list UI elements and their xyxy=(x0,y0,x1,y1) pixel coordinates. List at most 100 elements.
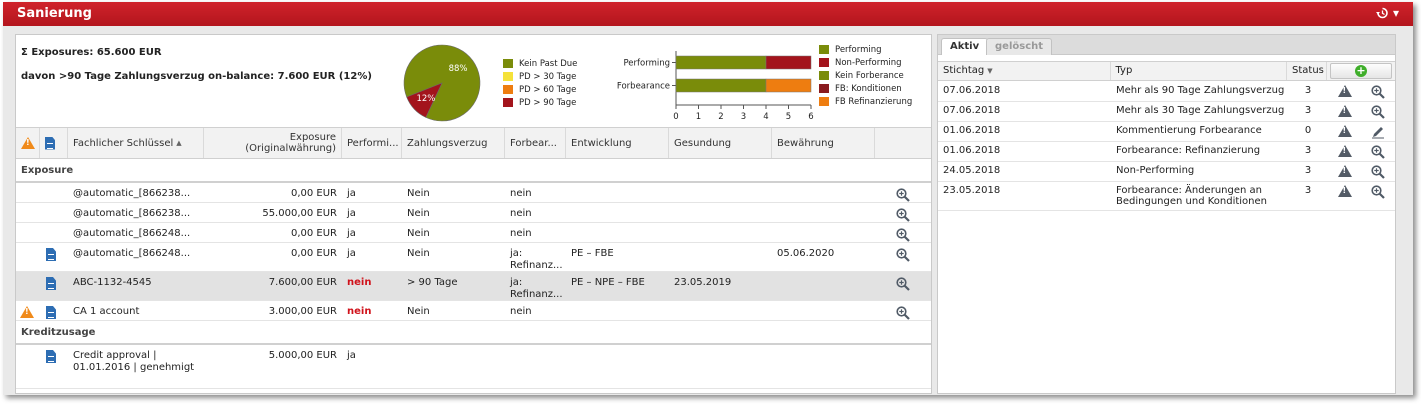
event-row[interactable]: 01.06.2018 Forbearance: Refinanzierung 3 xyxy=(938,142,1395,162)
history-menu-button[interactable]: ▾ xyxy=(1375,6,1399,20)
event-row[interactable]: 01.06.2018 Kommentierung Forbearance 0 xyxy=(938,122,1395,142)
document-icon[interactable] xyxy=(46,248,56,261)
event-warning[interactable] xyxy=(1328,122,1361,141)
legend-label: PD > 90 Tage xyxy=(519,97,577,108)
header-warning-col[interactable] xyxy=(16,128,40,158)
performing-cell: nein xyxy=(347,306,372,317)
event-type: Mehr als 30 Tage Zahlungsverzug xyxy=(1116,105,1285,116)
event-zoom-button[interactable] xyxy=(1361,142,1395,161)
details-button[interactable] xyxy=(875,223,931,242)
gesundung-cell xyxy=(669,301,772,320)
event-warning[interactable] xyxy=(1328,142,1361,161)
document-icon[interactable] xyxy=(46,306,56,319)
header-exposure[interactable]: Exposure (Originalwährung) xyxy=(204,128,342,158)
event-warning[interactable] xyxy=(1328,182,1361,210)
event-date: 01.06.2018 xyxy=(943,125,1001,136)
table-row[interactable]: ABC-1132-4545 7.600,00 EUR nein > 90 Tag… xyxy=(16,272,931,301)
event-row[interactable]: 07.06.2018 Mehr als 90 Tage Zahlungsverz… xyxy=(938,82,1395,102)
event-warning[interactable] xyxy=(1328,82,1361,101)
tab-bar: Aktiv gelöscht xyxy=(938,35,1395,55)
header-entwicklung[interactable]: Entwicklung xyxy=(566,128,669,158)
document-cell xyxy=(40,183,68,202)
key-cell: @automatic_[866248... xyxy=(73,228,191,239)
exposure-cell: 3.000,00 EUR xyxy=(268,306,337,317)
forbearance-cell: nein xyxy=(510,306,532,317)
event-edit-button[interactable] xyxy=(1361,122,1395,141)
warning-icon xyxy=(1337,145,1352,157)
add-event-button[interactable]: + xyxy=(1330,63,1392,79)
past-due-pie-chart: 88% 12% xyxy=(403,44,481,122)
details-button[interactable] xyxy=(875,301,931,320)
event-warning[interactable] xyxy=(1328,162,1361,181)
details-button[interactable] xyxy=(875,243,931,271)
document-cell xyxy=(40,203,68,222)
table-row[interactable]: @automatic_[866238... 0,00 EUR ja Nein n… xyxy=(16,183,931,203)
events-body: 07.06.2018 Mehr als 90 Tage Zahlungsverz… xyxy=(938,82,1395,211)
event-zoom-button[interactable] xyxy=(1361,182,1395,210)
group-header[interactable]: Kreditzusage xyxy=(16,321,931,345)
tab-aktiv[interactable]: Aktiv xyxy=(941,38,989,55)
performing-cell: nein xyxy=(347,277,372,288)
event-zoom-button[interactable] xyxy=(1361,162,1395,181)
details-button[interactable] xyxy=(875,272,931,300)
warning-cell xyxy=(16,345,40,388)
header-forbearance[interactable]: Forbear... xyxy=(505,128,566,158)
header-status[interactable]: Status xyxy=(1287,62,1327,80)
key-cell: CA 1 account xyxy=(73,306,140,317)
zahlungsverzug-cell: Nein xyxy=(407,306,430,317)
exposure-grid: Fachlicher Schlüssel▲ Exposure (Original… xyxy=(16,127,931,389)
table-row[interactable]: Credit approval | 01.01.2016 | genehmigt… xyxy=(16,345,931,389)
event-zoom-button[interactable] xyxy=(1361,82,1395,101)
x-tick-label: 3 xyxy=(741,112,746,122)
bewaehrung-cell xyxy=(772,301,875,320)
header-zahlungsverzug[interactable]: Zahlungsverzug xyxy=(402,128,505,158)
legend-label: Kein Past Due xyxy=(519,58,578,69)
document-cell xyxy=(40,243,68,271)
performing-cell: ja xyxy=(347,248,356,259)
zoom-icon xyxy=(1371,185,1385,199)
table-row[interactable]: CA 1 account 3.000,00 EUR nein Nein nein xyxy=(16,301,931,321)
table-row[interactable]: @automatic_[866238... 55.000,00 EUR ja N… xyxy=(16,203,931,223)
header-performing[interactable]: Performi... xyxy=(342,128,402,158)
header-bewaehrung[interactable]: Bewährung xyxy=(772,128,875,158)
plus-icon: + xyxy=(1355,64,1367,77)
details-button[interactable] xyxy=(875,183,931,202)
header-typ[interactable]: Typ xyxy=(1111,62,1287,80)
warning-icon xyxy=(1337,165,1352,177)
details-button[interactable] xyxy=(875,203,931,222)
document-icon[interactable] xyxy=(46,277,56,290)
legend-label: PD > 30 Tage xyxy=(519,71,577,82)
tab-geloescht[interactable]: gelöscht xyxy=(986,38,1053,55)
header-stichtag[interactable]: Stichtag ▼ xyxy=(938,62,1111,80)
table-row[interactable]: @automatic_[866248... 0,00 EUR ja Nein n… xyxy=(16,223,931,243)
pie-slice-label: 12% xyxy=(416,94,435,104)
event-row[interactable]: 24.05.2018 Non-Performing 3 xyxy=(938,162,1395,182)
forbearance-cell: nein xyxy=(510,188,532,199)
details-button[interactable] xyxy=(875,345,931,388)
document-icon[interactable] xyxy=(46,350,56,363)
table-row[interactable]: @automatic_[866248... 0,00 EUR ja Nein j… xyxy=(16,243,931,272)
event-row[interactable]: 07.06.2018 Mehr als 30 Tage Zahlungsverz… xyxy=(938,102,1395,122)
header-gesundung[interactable]: Gesundung xyxy=(669,128,772,158)
event-row[interactable]: 23.05.2018 Forbearance: Änderungen an Be… xyxy=(938,182,1395,211)
zoom-icon xyxy=(896,228,910,242)
legend-swatch xyxy=(503,85,513,94)
exposure-cell: 55.000,00 EUR xyxy=(262,208,337,219)
legend-item: Kein Forberance xyxy=(819,69,912,82)
event-zoom-button[interactable] xyxy=(1361,102,1395,121)
header-key[interactable]: Fachlicher Schlüssel ▲ xyxy=(68,128,204,158)
group-header[interactable]: Exposure xyxy=(16,159,931,183)
legend-item: Performing xyxy=(819,43,912,56)
bar-segment xyxy=(765,55,812,70)
document-icon xyxy=(45,136,55,150)
performing-cell: ja xyxy=(347,208,356,219)
gesundung-cell xyxy=(669,243,772,271)
grid-body: Exposure @automatic_[866238... 0,00 EUR … xyxy=(16,159,931,389)
legend-label: PD > 60 Tage xyxy=(519,84,577,95)
header-actions xyxy=(875,128,931,158)
event-status: 3 xyxy=(1304,185,1312,196)
zoom-icon xyxy=(896,277,910,291)
header-document-col[interactable] xyxy=(40,128,68,158)
event-warning[interactable] xyxy=(1328,102,1361,121)
zahlungsverzug-cell: Nein xyxy=(407,188,430,199)
